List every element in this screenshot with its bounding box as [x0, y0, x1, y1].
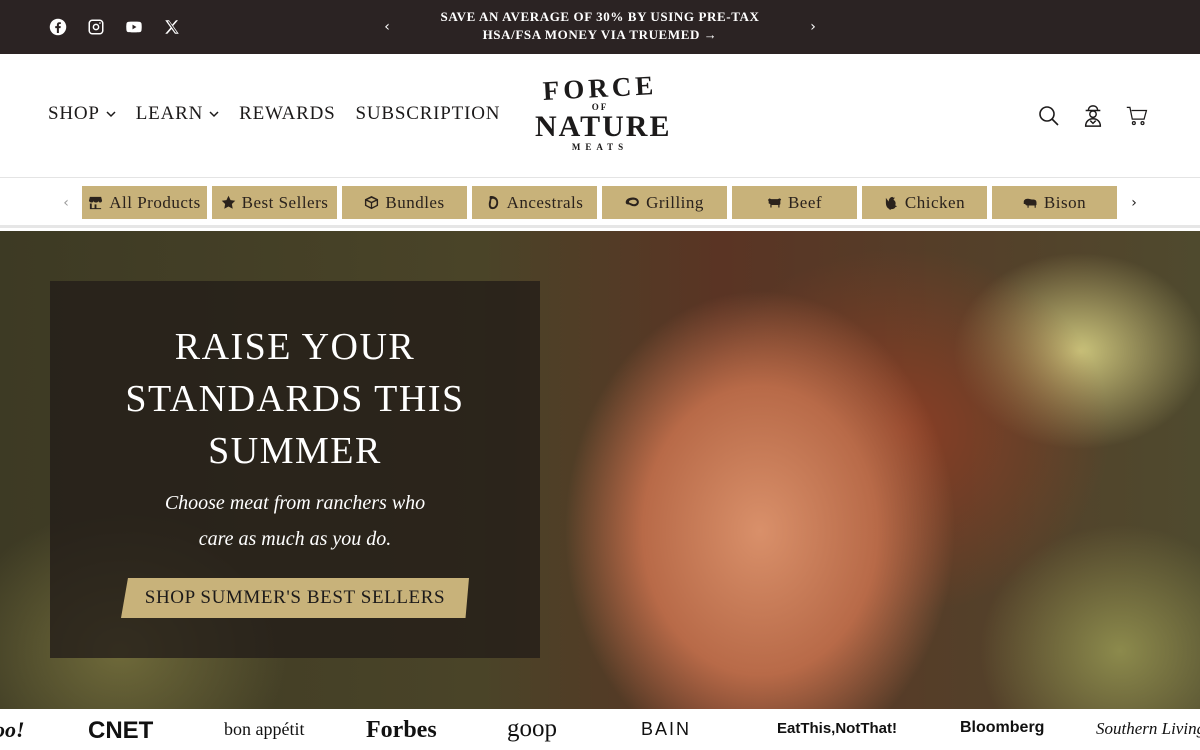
cow-icon [767, 195, 782, 210]
category-label: Chicken [904, 192, 966, 212]
social-links [48, 17, 182, 37]
star-icon [221, 195, 236, 210]
category-beef[interactable]: Beef [732, 186, 857, 219]
category-bar: ‹ All Products Best Sellers Bundles Ance… [0, 178, 1200, 228]
category-best-sellers[interactable]: Best Sellers [212, 186, 337, 219]
cart-icon[interactable] [1126, 104, 1148, 128]
instagram-icon[interactable] [86, 17, 106, 37]
hero-subtitle-line: care as much as you do. [198, 528, 392, 550]
category-label: Best Sellers [241, 192, 329, 212]
nav-shop[interactable]: SHOP [48, 103, 116, 125]
category-label: All Products [109, 192, 201, 212]
organ-icon [486, 195, 501, 210]
hero-subtitle-line: Choose meat from ranchers who [164, 492, 426, 514]
press-logo-eat-this: EatThis,NotThat! [777, 720, 897, 737]
logo-nature: NATURE [535, 110, 672, 143]
account-icon[interactable] [1082, 104, 1104, 128]
box-icon [364, 195, 379, 210]
category-next-arrow[interactable]: › [1126, 194, 1142, 212]
announcement-bar: ‹ SAVE AN AVERAGE OF 30% BY USING PRE-TA… [0, 0, 1200, 54]
steak-icon [625, 195, 640, 210]
press-logo-bon-appetit: bon appétit [224, 719, 305, 739]
press-logo-goop: goop [507, 715, 557, 742]
logo-meats: MEATS [571, 142, 629, 152]
category-prev-arrow[interactable]: ‹ [58, 194, 74, 212]
nav-rewards-label: REWARDS [239, 103, 336, 124]
nav-subscription-label: SUBSCRIPTION [355, 103, 501, 124]
announcement-text[interactable]: SAVE AN AVERAGE OF 30% BY USING PRE-TAX … [410, 8, 790, 44]
chevron-down-icon [106, 109, 116, 119]
hero-text-panel: RAISE YOUR STANDARDS THIS SUMMER Choose … [50, 281, 540, 658]
bison-icon [1023, 195, 1038, 210]
category-bison[interactable]: Bison [992, 186, 1117, 219]
category-label: Bundles [385, 192, 445, 212]
nav-rewards[interactable]: REWARDS [239, 103, 335, 125]
category-all-products[interactable]: All Products [82, 186, 207, 219]
announcement-next-arrow[interactable]: › [803, 17, 823, 37]
nav-shop-label: SHOP [48, 103, 100, 124]
press-logo-yahoo: oo! [0, 717, 25, 742]
press-logo-forbes: Forbes [366, 717, 437, 743]
press-logos: oo! CNET bon appétit Forbes goop BAIN Ea… [0, 709, 1200, 750]
hero-title-line: SUMMER [208, 430, 382, 472]
x-icon[interactable] [162, 17, 182, 37]
site-logo[interactable]: FORCE OF NATURE MEATS [535, 70, 672, 158]
announcement-prev-arrow[interactable]: ‹ [377, 17, 397, 37]
press-logo-cnet: CNET [88, 717, 154, 744]
hero-subtitle: Choose meat from ranchers who care as mu… [70, 485, 520, 557]
chevron-down-icon [209, 109, 219, 119]
category-bundles[interactable]: Bundles [342, 186, 467, 219]
shop-best-sellers-button[interactable]: SHOP SUMMER'S BEST SELLERS [121, 578, 469, 618]
category-label: Ancestrals [506, 192, 584, 212]
hero-title-line: STANDARDS THIS [125, 378, 465, 420]
category-list: All Products Best Sellers Bundles Ancest… [82, 186, 1117, 219]
chicken-icon [884, 195, 899, 210]
category-chicken[interactable]: Chicken [862, 186, 987, 219]
facebook-icon[interactable] [48, 17, 68, 37]
category-label: Bison [1043, 192, 1087, 212]
press-logo-bloomberg: Bloomberg [960, 719, 1045, 736]
store-icon [88, 195, 103, 210]
press-logo-bain: BAIN [641, 719, 692, 739]
nav-subscription[interactable]: SUBSCRIPTION [356, 103, 501, 125]
logo-force: FORCE [542, 70, 658, 106]
youtube-icon[interactable] [124, 17, 144, 37]
hero-banner: RAISE YOUR STANDARDS THIS SUMMER Choose … [0, 231, 1200, 709]
nav-learn[interactable]: LEARN [136, 103, 219, 125]
category-ancestrals[interactable]: Ancestrals [472, 186, 597, 219]
nav-learn-label: LEARN [135, 103, 204, 124]
hero-title: RAISE YOUR STANDARDS THIS SUMMER [50, 321, 540, 477]
hero-title-line: RAISE YOUR [174, 326, 416, 368]
main-nav: SHOP LEARN REWARDS SUBSCRIPTION [48, 103, 500, 125]
site-header: SHOP LEARN REWARDS SUBSCRIPTION FORCE OF… [0, 54, 1200, 178]
category-grilling[interactable]: Grilling [602, 186, 727, 219]
header-actions [1038, 104, 1148, 128]
category-label: Grilling [646, 192, 704, 212]
category-label: Beef [787, 192, 823, 212]
search-icon[interactable] [1038, 104, 1060, 128]
press-logo-southern-living: Southern Living [1096, 719, 1200, 738]
